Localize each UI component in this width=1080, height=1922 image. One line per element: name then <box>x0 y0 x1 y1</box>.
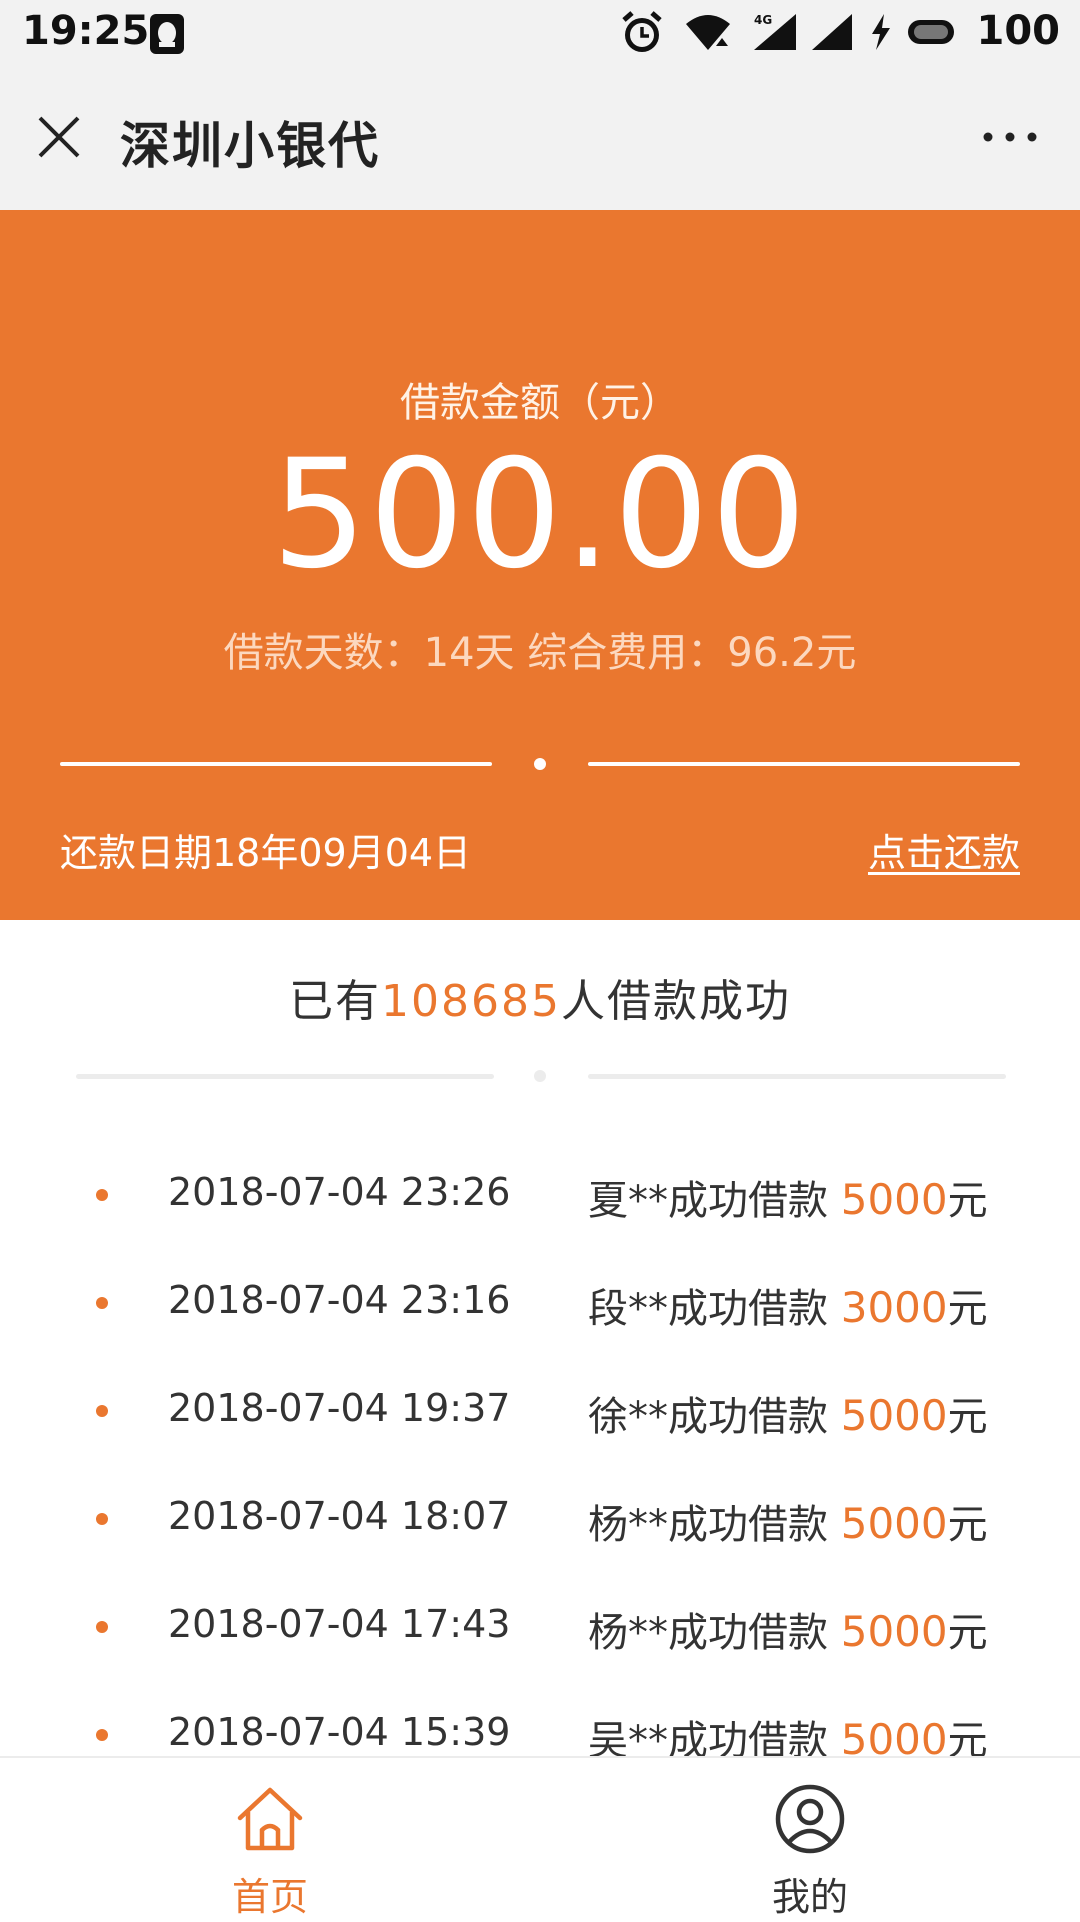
record-amount: 5000 <box>840 1391 948 1440</box>
list-item: 2018-07-04 23:26 夏**成功借款 5000元 <box>0 1140 1080 1248</box>
record-info: 段**成功借款 3000元 <box>588 1276 988 1334</box>
record-amount: 5000 <box>840 1715 948 1756</box>
record-info: 吴**成功借款 5000元 <box>588 1708 988 1756</box>
record-unit: 元 <box>947 1178 988 1224</box>
record-text: 吴**成功借款 <box>588 1718 841 1756</box>
battery-icon <box>908 20 954 44</box>
list-item: 2018-07-04 15:39 吴**成功借款 5000元 <box>0 1680 1080 1756</box>
tab-home[interactable]: 首页 <box>170 1758 370 1922</box>
count-number: 108685 <box>381 976 561 1027</box>
bullet <box>96 1189 108 1201</box>
record-info: 夏**成功借款 5000元 <box>588 1168 988 1226</box>
record-amount: 3000 <box>840 1283 948 1332</box>
count-suffix: 人借款成功 <box>560 976 791 1027</box>
status-bar: 19:25 4G 100 <box>0 0 1080 70</box>
status-icons: 4G 100 <box>600 0 1080 70</box>
battery-level: 100 <box>976 8 1061 54</box>
signal-icon-2 <box>812 14 852 50</box>
list-item: 2018-07-04 18:07 杨**成功借款 5000元 <box>0 1464 1080 1572</box>
bullet <box>96 1297 108 1309</box>
tab-mine[interactable]: 我的 <box>710 1758 910 1922</box>
signal-icon: 4G <box>754 13 796 50</box>
page-title: 深圳小银代 <box>120 117 380 175</box>
user-icon <box>775 1784 845 1854</box>
bullet <box>96 1513 108 1525</box>
record-unit: 元 <box>947 1394 988 1440</box>
alarm-icon <box>622 11 662 52</box>
repay-link[interactable]: 点击还款 <box>868 822 1020 877</box>
more-icon[interactable] <box>980 122 1040 152</box>
record-amount: 5000 <box>840 1175 948 1224</box>
tab-home-label: 首页 <box>231 1875 308 1919</box>
separator-left <box>76 1074 494 1079</box>
divider-right <box>588 762 1020 766</box>
success-count: 已有108685人借款成功 <box>0 965 1080 1029</box>
loan-records-list[interactable]: 2018-07-04 23:26 夏**成功借款 5000元 2018-07-0… <box>0 1140 1080 1756</box>
record-amount: 5000 <box>840 1499 948 1548</box>
record-text: 段**成功借款 <box>588 1286 841 1332</box>
nav-bar: 深圳小银代 <box>0 70 1080 211</box>
record-unit: 元 <box>947 1718 988 1756</box>
bullet <box>96 1621 108 1633</box>
tab-bar: 首页 我的 <box>0 1756 1080 1922</box>
record-info: 徐**成功借款 5000元 <box>588 1384 988 1442</box>
bullet <box>96 1405 108 1417</box>
record-info: 杨**成功借款 5000元 <box>588 1600 988 1658</box>
record-time: 2018-07-04 23:16 <box>168 1278 511 1322</box>
record-time: 2018-07-04 15:39 <box>168 1710 511 1754</box>
close-icon[interactable] <box>34 112 84 162</box>
loan-terms: 借款天数：14天 综合费用：96.2元 <box>223 630 857 676</box>
home-icon <box>237 1787 303 1851</box>
record-unit: 元 <box>947 1502 988 1548</box>
loan-amount: 500.00 <box>271 428 809 602</box>
record-text: 夏**成功借款 <box>588 1178 841 1224</box>
record-text: 杨**成功借款 <box>588 1610 841 1656</box>
status-time: 19:25 <box>22 8 150 54</box>
record-text: 杨**成功借款 <box>588 1502 841 1548</box>
list-item: 2018-07-04 17:43 杨**成功借款 5000元 <box>0 1572 1080 1680</box>
charging-icon <box>872 14 890 50</box>
loan-amount-label: 借款金额（元） <box>400 380 680 426</box>
divider-dot <box>534 758 546 770</box>
loan-summary-card: 借款金额（元） 500.00 借款天数：14天 综合费用：96.2元 还款日期1… <box>0 210 1080 920</box>
divider-left <box>60 762 492 766</box>
separator-dot <box>534 1070 546 1082</box>
network-type: 4G <box>754 13 772 27</box>
wifi-icon <box>686 15 730 50</box>
record-unit: 元 <box>947 1610 988 1656</box>
record-unit: 元 <box>947 1286 988 1332</box>
record-time: 2018-07-04 17:43 <box>168 1602 511 1646</box>
record-time: 2018-07-04 23:26 <box>168 1170 511 1214</box>
bullet <box>96 1729 108 1741</box>
record-amount: 5000 <box>840 1607 948 1656</box>
tab-mine-label: 我的 <box>771 1875 848 1919</box>
list-item: 2018-07-04 23:16 段**成功借款 3000元 <box>0 1248 1080 1356</box>
record-text: 徐**成功借款 <box>588 1394 841 1440</box>
record-info: 杨**成功借款 5000元 <box>588 1492 988 1550</box>
list-item: 2018-07-04 19:37 徐**成功借款 5000元 <box>0 1356 1080 1464</box>
separator-right <box>588 1074 1006 1079</box>
record-time: 2018-07-04 18:07 <box>168 1494 511 1538</box>
record-time: 2018-07-04 19:37 <box>168 1386 511 1430</box>
due-date: 还款日期18年09月04日 <box>60 831 472 875</box>
count-prefix: 已有 <box>289 976 382 1027</box>
qq-icon <box>150 14 184 54</box>
